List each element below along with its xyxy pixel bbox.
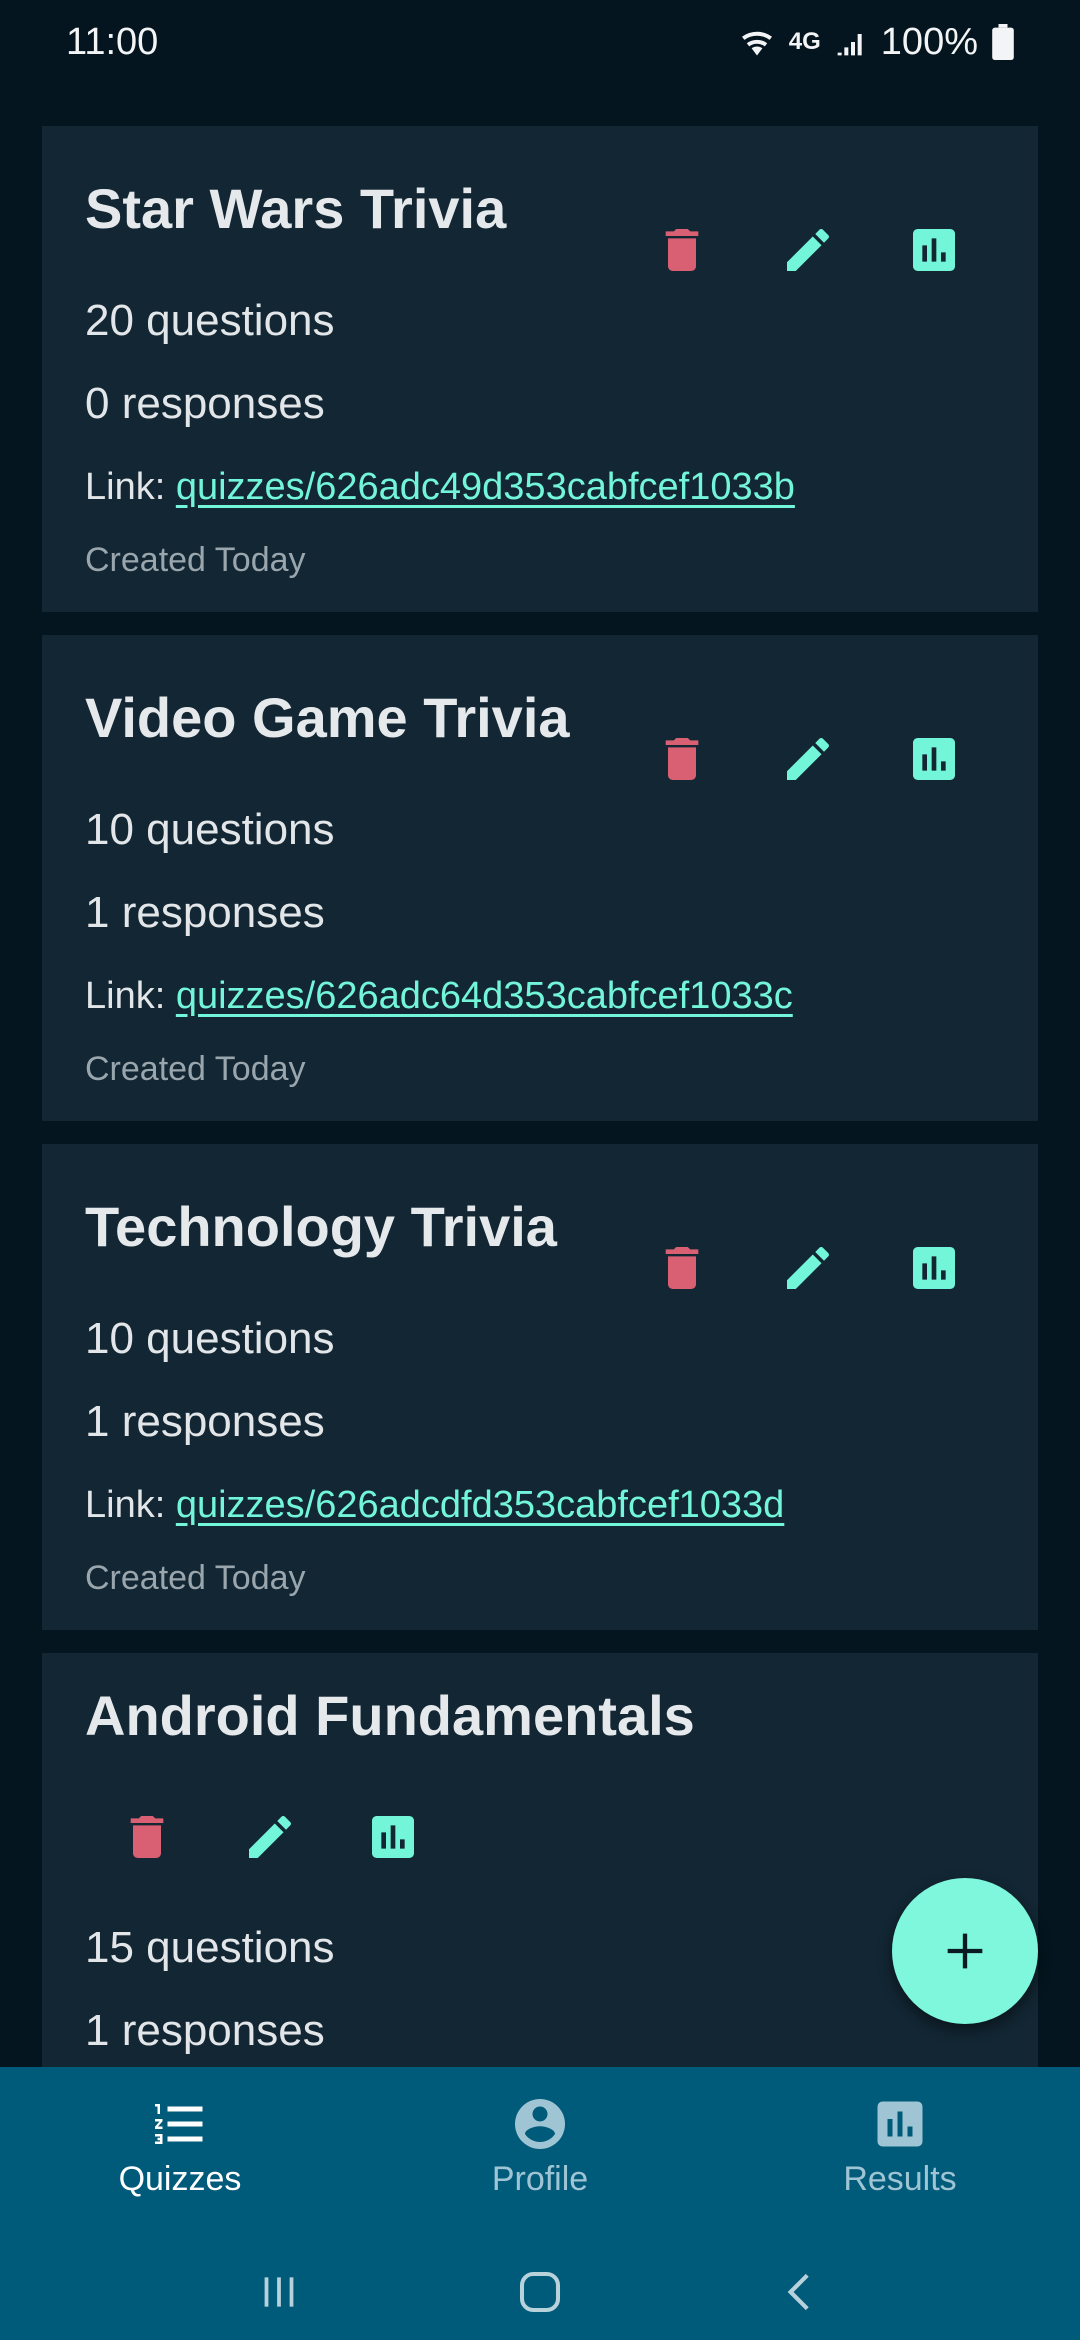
edit-button[interactable] [240,1807,300,1867]
recent-apps-icon [264,2276,294,2307]
pencil-icon [787,1246,829,1289]
quiz-link-row: Link: quizzes/626adc64d353cabfcef1033c [85,975,793,1018]
bar-chart-icon [913,229,955,271]
bar-chart-icon [877,2101,923,2147]
system-navigation-bar [0,2248,1080,2340]
response-count: 1 responses [85,2006,325,2055]
question-count: 10 questions [85,1314,335,1363]
link-label: Link: [85,975,176,1017]
list-numbered-icon [155,2104,203,2144]
created-date: Created Today [85,1559,306,1597]
results-button[interactable] [904,220,964,280]
quiz-title: Android Fundamentals [85,1684,695,1747]
response-count: 0 responses [85,379,325,428]
results-button[interactable] [904,1238,964,1298]
recent-apps-button[interactable] [254,2267,304,2322]
wifi-icon [741,31,772,56]
trash-icon [130,1816,164,1858]
signal-icon [837,34,862,56]
quiz-link[interactable]: quizzes/626adcdfd353cabfcef1033d [176,1484,784,1526]
question-count: 10 questions [85,805,335,854]
add-quiz-button[interactable] [892,1878,1038,2024]
nav-label: Profile [491,2160,589,2198]
quiz-card[interactable]: Technology Trivia 10 questions 1 respons… [42,1144,1038,1630]
quiz-link[interactable]: quizzes/626adc64d353cabfcef1033c [176,975,793,1017]
bar-chart-icon [372,1816,414,1858]
network-type: 4G [788,28,821,55]
quiz-link-row: Link: quizzes/626adc49d353cabfcef1033b [85,466,795,509]
pencil-icon [787,737,829,780]
question-count: 15 questions [85,1923,335,1972]
link-label: Link: [85,466,176,508]
clock: 11:00 [66,20,159,63]
pencil-icon [249,1815,291,1858]
quiz-title: Technology Trivia [85,1195,557,1258]
nav-quizzes[interactable]: Quizzes [0,2067,360,2248]
response-count: 1 responses [85,1397,325,1446]
results-button[interactable] [904,729,964,789]
account-circle-icon [515,2099,565,2149]
nav-profile[interactable]: Profile [360,2067,720,2248]
trash-icon [665,738,699,780]
edit-button[interactable] [778,220,838,280]
pencil-icon [787,228,829,271]
home-icon [519,2271,561,2312]
results-button[interactable] [363,1807,423,1867]
quiz-title: Video Game Trivia [85,686,570,749]
delete-button[interactable] [117,1807,177,1867]
link-label: Link: [85,1484,176,1526]
nav-results[interactable]: Results [720,2067,1080,2248]
edit-button[interactable] [778,1238,838,1298]
status-bar: 11:00 4G 100% [0,0,1080,84]
delete-button[interactable] [652,729,712,789]
created-date: Created Today [85,541,306,579]
home-button[interactable] [513,2265,567,2324]
quiz-link[interactable]: quizzes/626adc49d353cabfcef1033b [176,466,795,508]
delete-button[interactable] [652,1238,712,1298]
quiz-card[interactable]: Android Fundamentals 15 questions 1 resp… [42,1653,1038,2067]
quiz-list[interactable]: Star Wars Trivia 20 questions 0 response… [0,84,1080,2067]
created-date: Created Today [85,1050,306,1088]
trash-icon [665,229,699,271]
bar-chart-icon [913,1247,955,1289]
battery-level: 100% [880,20,978,63]
nav-label: Results [843,2160,957,2198]
bottom-navigation: Quizzes Profile Results [0,2067,1080,2248]
nav-label: Quizzes [118,2160,242,2198]
back-button[interactable] [776,2267,826,2322]
quiz-link-row: Link: quizzes/626adcdfd353cabfcef1033d [85,1484,784,1527]
trash-icon [665,1247,699,1289]
bar-chart-icon [913,738,955,780]
quiz-card[interactable]: Video Game Trivia 10 questions 1 respons… [42,635,1038,1121]
question-count: 20 questions [85,296,335,345]
status-icons: 4G 100% [739,21,1014,64]
quiz-title: Star Wars Trivia [85,177,507,240]
quiz-card[interactable]: Star Wars Trivia 20 questions 0 response… [42,126,1038,612]
plus-icon [947,1933,983,1969]
battery-icon [992,24,1014,60]
response-count: 1 responses [85,888,325,937]
edit-button[interactable] [778,729,838,789]
delete-button[interactable] [652,220,712,280]
back-icon [787,2273,809,2310]
